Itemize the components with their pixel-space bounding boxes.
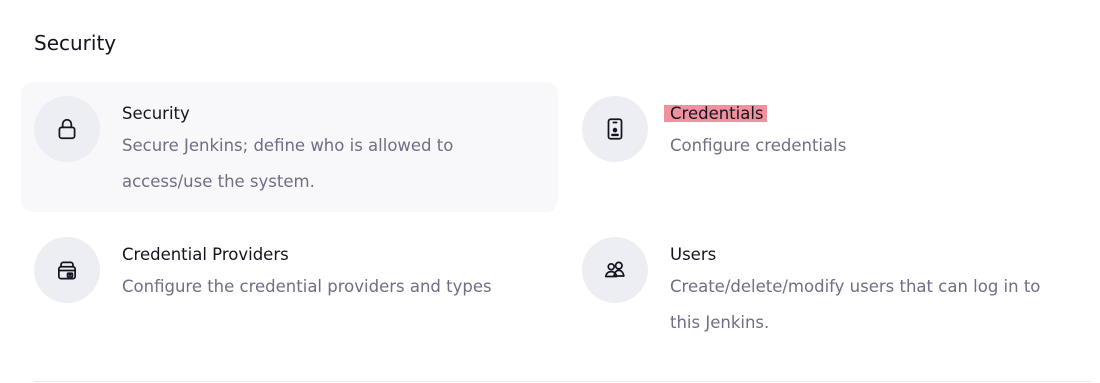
credential-providers-item[interactable]: Credential Providers Configure the crede…: [21, 223, 558, 353]
users-item[interactable]: Users Create/delete/modify users that ca…: [569, 223, 1099, 353]
credentials-item-title: Credentials: [664, 105, 767, 122]
credential-store-icon: [58, 261, 76, 280]
users-item-title: Users: [670, 245, 717, 264]
id-card-icon: [607, 118, 623, 140]
id-card-icon-circle: [582, 96, 648, 162]
security-item-description: Secure Jenkins; define who is allowed to…: [122, 136, 454, 191]
credential-providers-item-description: Configure the credential providers and t…: [122, 277, 492, 296]
users-icon: [604, 261, 625, 278]
lock-icon-circle: [34, 96, 100, 162]
credentials-item[interactable]: Credentials Configure credentials: [569, 82, 1099, 212]
security-item-title: Security: [122, 104, 190, 123]
security-item[interactable]: Security Secure Jenkins; define who is a…: [21, 82, 558, 212]
lock-icon: [58, 118, 76, 140]
section-title: Security: [34, 31, 117, 55]
users-icon-circle: [582, 237, 648, 303]
credential-store-icon-circle: [34, 237, 100, 303]
credential-providers-item-title: Credential Providers: [122, 245, 289, 264]
users-item-description: Create/delete/modify users that can log …: [670, 277, 1041, 332]
credentials-item-description: Configure credentials: [670, 136, 847, 155]
section-divider: [34, 381, 1092, 382]
